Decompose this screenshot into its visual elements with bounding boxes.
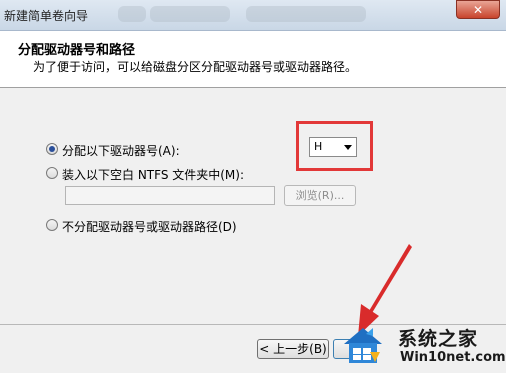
house-logo-icon <box>344 328 382 363</box>
folder-path-input[interactable] <box>65 186 275 205</box>
watermark: 系统之家 Win10net.com <box>340 318 506 372</box>
blurred-background <box>246 6 366 22</box>
assign-letter-label: 分配以下驱动器号(A): <box>62 144 180 158</box>
watermark-title: 系统之家 <box>398 328 479 350</box>
no-assign-label: 不分配驱动器号或驱动器路径(D) <box>62 220 237 234</box>
title-bar: 新建简单卷向导 ✕ <box>0 0 506 31</box>
mount-folder-label: 装入以下空白 NTFS 文件夹中(M): <box>62 168 245 182</box>
assign-letter-radio[interactable] <box>46 143 58 155</box>
back-button[interactable]: < 上一步(B) <box>257 339 329 359</box>
no-assign-radio[interactable] <box>46 219 58 231</box>
wizard-content <box>0 88 506 324</box>
drive-letter-value: H <box>314 140 323 153</box>
drive-letter-select[interactable]: H <box>309 137 357 157</box>
window-title: 新建简单卷向导 <box>4 9 89 23</box>
blurred-background <box>150 6 230 22</box>
close-button[interactable]: ✕ <box>456 0 500 19</box>
mount-folder-radio[interactable] <box>46 167 58 179</box>
page-title: 分配驱动器号和路径 <box>18 43 136 58</box>
browse-button[interactable]: 浏览(R)... <box>284 185 356 206</box>
wizard-header: 分配驱动器号和路径 为了便于访问，可以给磁盘分区分配驱动器号或驱动器路径。 <box>0 31 506 88</box>
page-subtitle: 为了便于访问，可以给磁盘分区分配驱动器号或驱动器路径。 <box>33 60 358 74</box>
blurred-background <box>118 6 146 22</box>
watermark-url: Win10net.com <box>400 350 506 365</box>
chevron-down-icon <box>344 145 352 150</box>
